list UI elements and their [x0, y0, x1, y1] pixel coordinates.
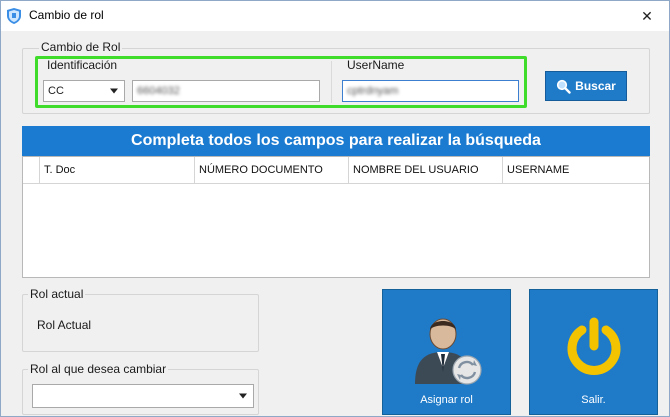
rol-cambiar-legend: Rol al que desea cambiar: [28, 362, 169, 376]
document-type-value: CC: [48, 85, 64, 97]
window-title: Cambio de rol: [29, 8, 104, 22]
username-value: cptrdnyam: [347, 85, 399, 97]
new-role-select[interactable]: [32, 384, 254, 408]
document-type-select[interactable]: CC: [43, 80, 125, 102]
rol-actual-value: Rol Actual: [37, 318, 92, 332]
buscar-button[interactable]: Buscar: [545, 71, 627, 101]
column-header-username[interactable]: USERNAME: [503, 157, 649, 184]
app-shield-icon: [7, 8, 21, 24]
fields-separator: [331, 61, 332, 103]
chevron-down-icon: [239, 393, 247, 399]
buscar-label: Buscar: [575, 79, 616, 93]
power-icon: [567, 317, 621, 375]
close-icon: ✕: [641, 7, 653, 24]
asignar-rol-label: Asignar rol: [420, 394, 473, 406]
instruction-banner: Completa todos los campos para realizar …: [22, 126, 650, 156]
title-bar: Cambio de rol ✕: [1, 1, 669, 31]
asignar-rol-button[interactable]: Asignar rol: [382, 289, 511, 415]
instruction-text: Completa todos los campos para realizar …: [131, 132, 541, 149]
column-header-tdoc[interactable]: T. Doc: [40, 157, 195, 184]
username-input[interactable]: cptrdnyam: [342, 80, 519, 102]
salir-label: Salir.: [581, 394, 606, 406]
salir-button[interactable]: Salir.: [529, 289, 658, 415]
column-header-nombre-usuario[interactable]: NOMBRE DEL USUARIO: [349, 157, 503, 184]
search-icon: [557, 79, 571, 94]
users-grid[interactable]: T. Doc NÚMERO DOCUMENTO NOMBRE DEL USUAR…: [22, 156, 650, 278]
user-assign-icon: [415, 318, 482, 385]
document-number-input[interactable]: 6604032: [132, 80, 320, 102]
close-button[interactable]: ✕: [635, 5, 659, 27]
chevron-down-icon: [110, 88, 118, 94]
rol-actual-legend: Rol actual: [28, 287, 86, 301]
row-header-corner: [23, 157, 40, 184]
grid-header: T. Doc NÚMERO DOCUMENTO NOMBRE DEL USUAR…: [23, 157, 649, 184]
column-header-numero-documento[interactable]: NÚMERO DOCUMENTO: [195, 157, 349, 184]
identificacion-label: Identificación: [47, 58, 118, 72]
cambio-rol-legend: Cambio de Rol: [39, 40, 123, 54]
document-number-value: 6604032: [137, 85, 180, 97]
username-label: UserName: [347, 58, 405, 72]
cambio-de-rol-window: Cambio de rol ✕ Cambio de Rol Identifica…: [0, 0, 670, 417]
